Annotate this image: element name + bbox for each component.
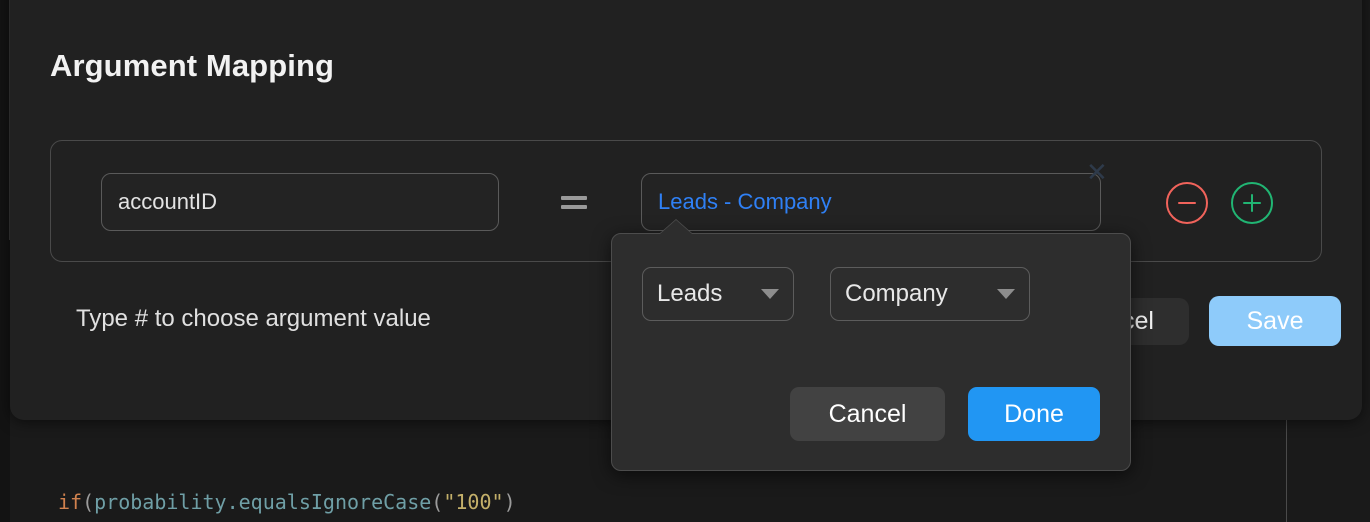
- module-dropdown[interactable]: Leads: [642, 267, 794, 321]
- argument-name-value: accountID: [118, 189, 217, 215]
- popup-cancel-button[interactable]: Cancel: [790, 387, 945, 441]
- remove-row-button[interactable]: [1166, 182, 1208, 224]
- code-token-identifier: probability.equalsIgnoreCase: [94, 490, 431, 514]
- popup-caret: [660, 220, 692, 234]
- save-button[interactable]: Save: [1209, 296, 1341, 346]
- code-token-paren: (: [82, 490, 94, 514]
- code-token-keyword: if: [58, 490, 82, 514]
- field-dropdown[interactable]: Company: [830, 267, 1030, 321]
- argument-value-input[interactable]: Leads - Company: [641, 173, 1101, 231]
- hint-text: Type # to choose argument value: [76, 305, 431, 333]
- equals-icon: [561, 193, 587, 211]
- module-dropdown-value: Leads: [657, 280, 722, 308]
- code-token-string: "100": [443, 490, 503, 514]
- code-token-paren: ): [504, 490, 516, 514]
- plus-icon-vertical: [1251, 194, 1254, 212]
- code-token-paren: (: [431, 490, 443, 514]
- close-x-icon[interactable]: ✕: [1086, 159, 1108, 185]
- chevron-down-icon: [761, 289, 779, 299]
- field-dropdown-value: Company: [845, 280, 948, 308]
- chevron-down-icon: [997, 289, 1015, 299]
- add-row-button[interactable]: [1231, 182, 1273, 224]
- editor-vertical-divider: [1286, 415, 1287, 522]
- argument-value-text: Leads - Company: [658, 189, 832, 215]
- argument-name-input[interactable]: accountID: [101, 173, 499, 231]
- minus-icon: [1178, 202, 1196, 205]
- code-line-1: if(probability.equalsIgnoreCase("100"): [0, 486, 1286, 519]
- app-screen: if(probability.equalsIgnoreCase("100") {…: [0, 0, 1370, 522]
- page-title: Argument Mapping: [50, 48, 334, 84]
- popup-done-button[interactable]: Done: [968, 387, 1100, 441]
- field-chooser-popup: Leads Company Cancel Done: [611, 233, 1131, 471]
